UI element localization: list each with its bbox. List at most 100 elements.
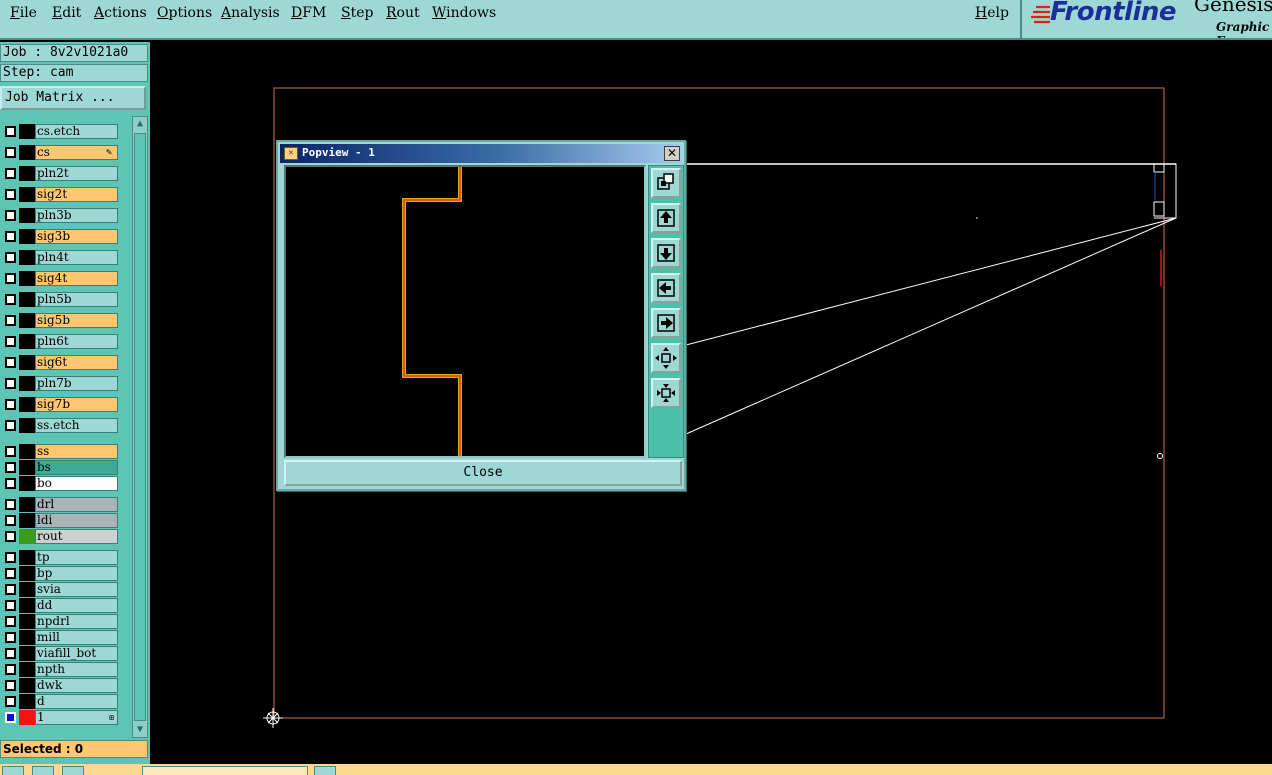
layer-row-cs[interactable]: cs ✎ (0, 145, 120, 160)
layer-name[interactable]: sig7b (35, 397, 118, 412)
zoom-out-button[interactable] (651, 378, 681, 408)
layer-checkbox[interactable] (5, 584, 16, 595)
close-button[interactable]: Close (284, 460, 682, 486)
layer-row-ss[interactable]: ss (0, 444, 120, 459)
layer-name[interactable]: pln3b (35, 208, 118, 223)
layer-color-swatch[interactable] (19, 145, 35, 160)
menu-rout[interactable]: Rout (386, 5, 420, 21)
layer-color-swatch[interactable] (19, 662, 35, 677)
scroll-down-icon[interactable]: ▼ (134, 723, 146, 737)
layer-name[interactable]: pln2t (35, 166, 118, 181)
layer-name[interactable]: sig2t (35, 187, 118, 202)
layer-row-pln6t[interactable]: pln6t (0, 334, 120, 349)
layer-color-swatch[interactable] (19, 566, 35, 581)
layer-row-sig4t[interactable]: sig4t (0, 271, 120, 286)
layer-color-swatch[interactable] (19, 313, 35, 328)
layer-checkbox[interactable] (5, 252, 16, 263)
pan-up-button[interactable] (651, 203, 681, 233)
layer-color-swatch[interactable] (19, 630, 35, 645)
popview-titlebar[interactable]: ✕ Popview - 1 ✕ (280, 144, 682, 163)
layer-color-swatch[interactable] (19, 598, 35, 613)
layer-checkbox[interactable] (5, 273, 16, 284)
layer-name[interactable]: 1 (35, 710, 118, 725)
layer-row-drl[interactable]: drl (0, 497, 120, 512)
menu-step[interactable]: Step (341, 5, 373, 21)
menu-options[interactable]: Options (157, 5, 212, 21)
layer-checkbox[interactable] (5, 294, 16, 305)
layer-color-swatch[interactable] (19, 694, 35, 709)
layer-checkbox[interactable] (5, 664, 16, 675)
close-icon[interactable]: ✕ (664, 146, 680, 161)
layer-checkbox[interactable] (5, 462, 16, 473)
layer-row-pln2t[interactable]: pln2t (0, 166, 120, 181)
layer-row-bs[interactable]: bs (0, 460, 120, 475)
layer-checkbox[interactable] (5, 399, 16, 410)
layer-color-swatch[interactable] (19, 646, 35, 661)
popview-window[interactable]: ✕ Popview - 1 ✕ Close (276, 140, 686, 491)
layer-color-swatch[interactable] (19, 513, 35, 528)
layer-color-swatch[interactable] (19, 460, 35, 475)
layer-name[interactable]: drl (35, 497, 118, 512)
zoom-in-button[interactable] (651, 343, 681, 373)
layer-row-sig6t[interactable]: sig6t (0, 355, 120, 370)
layer-checkbox[interactable] (5, 446, 16, 457)
layer-name[interactable]: sig3b (35, 229, 118, 244)
layer-checkbox[interactable] (5, 315, 16, 326)
layer-color-swatch[interactable] (19, 166, 35, 181)
layer-checkbox[interactable] (5, 616, 16, 627)
layer-color-swatch[interactable] (19, 582, 35, 597)
layer-color-swatch[interactable] (19, 292, 35, 307)
menu-analysis[interactable]: Analysis (221, 5, 280, 21)
layer-checkbox[interactable] (5, 632, 16, 643)
layer-checkbox[interactable] (5, 600, 16, 611)
layer-checkbox[interactable] (5, 478, 16, 489)
layer-checkbox[interactable] (5, 648, 16, 659)
layer-color-swatch[interactable] (19, 229, 35, 244)
layer-name[interactable]: viafill_bot (35, 646, 118, 661)
menu-dfm[interactable]: DFM (291, 5, 326, 21)
layer-row-sig2t[interactable]: sig2t (0, 187, 120, 202)
layer-color-swatch[interactable] (19, 397, 35, 412)
layer-color-swatch[interactable] (19, 271, 35, 286)
layer-color-swatch[interactable] (19, 497, 35, 512)
scroll-thumb[interactable] (134, 133, 146, 721)
layer-row-sig5b[interactable]: sig5b (0, 313, 120, 328)
layer-row-pln5b[interactable]: pln5b (0, 292, 120, 307)
layer-name[interactable]: ss (35, 444, 118, 459)
layer-color-swatch[interactable] (19, 418, 35, 433)
layer-name[interactable]: pln6t (35, 334, 118, 349)
layer-name[interactable]: npth (35, 662, 118, 677)
layer-row-dd[interactable]: dd (0, 598, 120, 613)
layer-color-swatch[interactable] (19, 376, 35, 391)
layer-row-1[interactable]: 1 ⊞ (0, 710, 120, 725)
layer-name[interactable]: pln7b (35, 376, 118, 391)
layer-name[interactable]: pln5b (35, 292, 118, 307)
layer-row-d[interactable]: d (0, 694, 120, 709)
layer-checkbox[interactable] (5, 552, 16, 563)
status-button-4[interactable] (314, 766, 336, 775)
menu-edit[interactable]: Edit (52, 5, 81, 21)
layer-name[interactable]: svia (35, 582, 118, 597)
layer-name[interactable]: npdrl (35, 614, 118, 629)
status-button-1[interactable] (2, 766, 24, 775)
layer-row-sig3b[interactable]: sig3b (0, 229, 120, 244)
layer-name[interactable]: rout (35, 529, 118, 544)
menu-windows[interactable]: Windows (432, 5, 496, 21)
layer-color-swatch[interactable] (19, 529, 35, 544)
layer-name[interactable]: tp (35, 550, 118, 565)
layer-checkbox[interactable] (5, 515, 16, 526)
layer-row-svia[interactable]: svia (0, 582, 120, 597)
layer-row-dwk[interactable]: dwk (0, 678, 120, 693)
layer-row-viafill-bot[interactable]: viafill_bot (0, 646, 120, 661)
layer-name[interactable]: bs (35, 460, 118, 475)
layer-name[interactable]: sig4t (35, 271, 118, 286)
pan-right-button[interactable] (651, 308, 681, 338)
layer-row-pln7b[interactable]: pln7b (0, 376, 120, 391)
popview-viewport[interactable] (284, 165, 646, 458)
layer-checkbox[interactable] (5, 168, 16, 179)
zoom-home-button[interactable] (651, 168, 681, 198)
layer-name[interactable]: ss.etch (35, 418, 118, 433)
layer-row-mill[interactable]: mill (0, 630, 120, 645)
layer-color-swatch[interactable] (19, 550, 35, 565)
layer-checkbox[interactable] (5, 531, 16, 542)
